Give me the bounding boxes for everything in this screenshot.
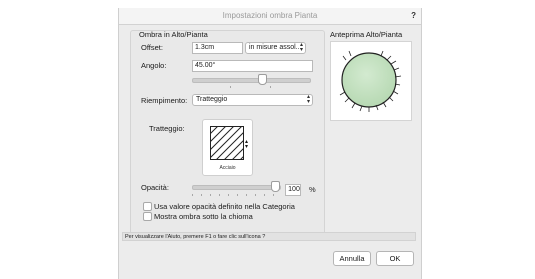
title-bar: Impostazioni ombra Pianta ? — [119, 8, 421, 25]
angle-label: Angolo: — [141, 61, 167, 70]
show-shadow-under-canopy-label[interactable]: Mostra ombra sotto la chioma — [154, 212, 253, 221]
help-status-bar: Per visualizzare l'Aiuto, premere F1 o f… — [122, 232, 416, 241]
opacity-slider-track[interactable] — [192, 185, 281, 190]
hatch-pattern-name: Acciaio — [219, 165, 236, 171]
tree-canopy-preview — [339, 50, 402, 112]
angle-slider-ticks — [192, 86, 309, 89]
angle-slider-thumb[interactable] — [258, 74, 268, 85]
opacity-slider-thumb[interactable] — [271, 181, 280, 192]
updown-arrows-icon: ▴ ▾ — [299, 42, 303, 53]
offset-input[interactable]: 1.3cm — [192, 42, 243, 54]
opacity-slider-ticks — [192, 194, 279, 197]
opacity-label: Opacità: — [141, 183, 169, 192]
angle-input[interactable]: 45.00° — [192, 60, 313, 72]
preview-pane — [330, 41, 412, 121]
fill-select[interactable]: Tratteggio ▴ ▾ — [192, 94, 313, 106]
hatch-pattern-icon — [210, 126, 244, 160]
preview-title: Anteprima Alto/Pianta — [330, 30, 403, 39]
offset-label: Offset: — [141, 43, 163, 52]
hatch-label: Tratteggio: — [149, 124, 185, 133]
hatch-stepper-icon[interactable]: ▴ ▾ — [245, 139, 248, 150]
dialog-title: Impostazioni ombra Pianta — [222, 11, 318, 20]
offset-unit-select[interactable]: in misure assol... ▴ ▾ — [245, 42, 306, 54]
angle-slider-track[interactable] — [192, 78, 311, 83]
opacity-unit: % — [309, 185, 316, 194]
use-category-opacity-checkbox[interactable] — [143, 202, 152, 211]
use-category-opacity-label[interactable]: Usa valore opacità definito nella Catego… — [154, 202, 295, 211]
fill-label: Riempimento: — [141, 96, 188, 105]
group-title: Ombra in Alto/Pianta — [139, 30, 208, 39]
fill-select-value: Tratteggio — [196, 96, 228, 103]
opacity-input[interactable]: 100 — [285, 184, 301, 196]
updown-arrows-icon: ▴ ▾ — [306, 94, 310, 105]
shadow-settings-dialog: Impostazioni ombra Pianta ? Ombra in Alt… — [118, 8, 422, 279]
help-button[interactable]: ? — [411, 11, 416, 20]
cancel-button[interactable]: Annulla — [333, 251, 371, 266]
show-shadow-under-canopy-checkbox[interactable] — [143, 212, 152, 221]
offset-unit-value: in misure assol... — [249, 44, 302, 51]
ok-button[interactable]: OK — [376, 251, 414, 266]
